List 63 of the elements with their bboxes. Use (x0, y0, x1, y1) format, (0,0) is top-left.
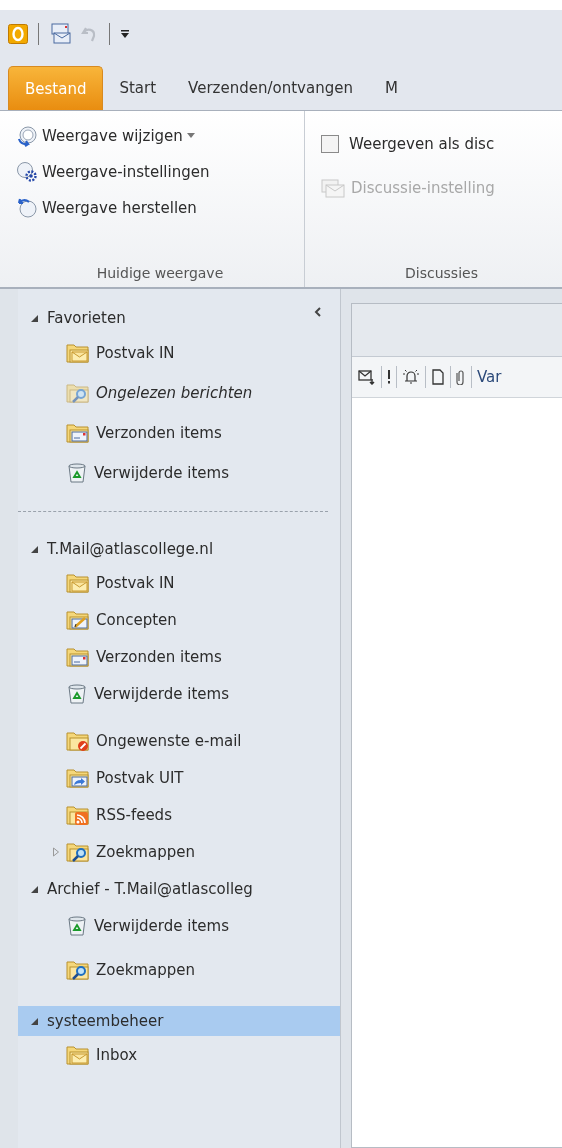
ribbon-tab[interactable]: M (368, 66, 414, 110)
folder-item[interactable]: Zoekmappen (18, 948, 340, 992)
account-header[interactable]: systeembeheer (18, 1006, 340, 1036)
column-header[interactable]: Var (477, 368, 502, 386)
envelopes-icon (321, 177, 347, 199)
sent-folder-icon (66, 422, 90, 444)
account-header[interactable]: Archief - T.Mail@atlascolleg (18, 874, 340, 904)
caret-icon (186, 133, 195, 139)
view-settings-icon (16, 161, 38, 183)
folder-item[interactable]: Verzonden items (18, 638, 340, 675)
envelope-icon[interactable] (358, 369, 376, 385)
trash-can-icon (66, 682, 88, 705)
send-receive-icon[interactable] (49, 23, 71, 45)
sent-folder-icon (66, 645, 90, 668)
folder-item[interactable]: Concepten (18, 601, 340, 638)
app-logo-icon[interactable] (8, 24, 28, 44)
inbox-folder-icon (66, 342, 90, 364)
expand-arrow-icon[interactable] (30, 544, 39, 554)
rss-folder-icon (66, 803, 90, 826)
reset-view-icon (16, 197, 38, 219)
folder-item[interactable]: Verzonden items (18, 413, 340, 453)
ribbon-tab[interactable]: Verzenden/ontvangen (172, 66, 369, 110)
ribbon-button[interactable]: Weergave herstellen (16, 193, 197, 223)
folder-item[interactable]: Postvak IN (18, 333, 340, 373)
paperclip-icon[interactable] (456, 369, 466, 385)
collapse-icon[interactable] (314, 307, 322, 317)
drafts-folder-icon (66, 608, 90, 631)
folder-item[interactable]: Verwijderde items (18, 675, 340, 712)
expand-arrow-icon[interactable] (30, 313, 39, 323)
checkbox-label[interactable]: Weergeven als disc (349, 135, 495, 153)
folder-item[interactable]: Ongewenste e-mail (18, 722, 340, 759)
trash-can-icon (66, 462, 88, 484)
folder-item[interactable]: Inbox (18, 1036, 340, 1073)
folder-item[interactable]: Verwijderde items (18, 904, 340, 948)
trash-can-icon (66, 915, 88, 937)
ribbon-tab[interactable]: Start (103, 66, 173, 110)
customize-menu-icon[interactable] (120, 29, 130, 39)
group-label: Huidige weergave (96, 265, 224, 281)
account-header[interactable]: Favorieten (18, 303, 340, 333)
search-folder-icon (66, 840, 90, 863)
folder-item[interactable]: Ongelezen berichten (18, 373, 340, 413)
bell-icon[interactable] (402, 369, 420, 385)
folder-item[interactable]: RSS-feeds (18, 796, 340, 833)
search-folder-icon (66, 382, 90, 404)
account-header[interactable]: T.Mail@atlascollege.nl (18, 534, 340, 564)
search-folder-icon (66, 959, 90, 981)
ribbon-button[interactable]: Weergave-instellingen (16, 157, 210, 187)
ribbon-button[interactable]: Weergave wijzigen (16, 121, 195, 151)
expand-arrow-icon[interactable] (30, 1016, 39, 1026)
inbox-folder-icon (66, 571, 90, 594)
outbox-folder-icon (66, 766, 90, 789)
checkbox[interactable] (321, 135, 339, 153)
importance-icon[interactable] (387, 370, 391, 384)
expand-arrow-icon[interactable] (30, 884, 39, 894)
group-label: Discussies (405, 265, 478, 281)
change-view-icon (16, 125, 38, 147)
junk-folder-icon (66, 729, 90, 752)
folder-item[interactable]: Postvak UIT (18, 759, 340, 796)
folder-item[interactable]: Verwijderde items (18, 453, 340, 493)
folder-item[interactable]: Postvak IN (18, 564, 340, 601)
inbox-folder-icon (66, 1043, 90, 1066)
document-icon[interactable] (431, 369, 445, 385)
folder-item[interactable]: Zoekmappen (18, 833, 340, 870)
